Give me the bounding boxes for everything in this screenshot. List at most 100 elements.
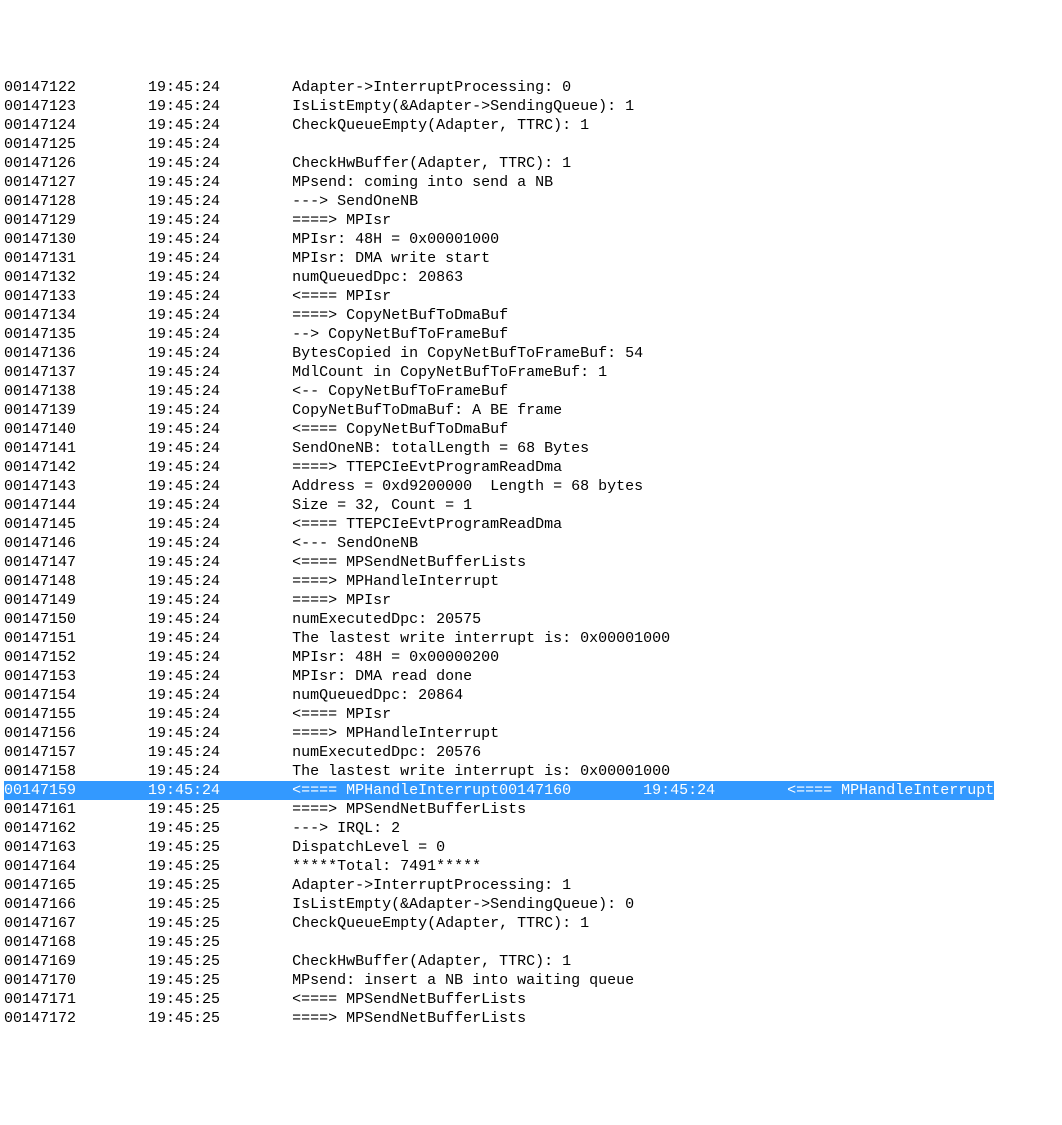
log-line[interactable]: 00147140 19:45:24 <==== CopyNetBufToDmaB…: [4, 420, 1058, 439]
log-line[interactable]: 00147146 19:45:24 <--- SendOneNB: [4, 534, 1058, 553]
log-line[interactable]: 00147125 19:45:24: [4, 135, 1058, 154]
log-line[interactable]: 00147133 19:45:24 <==== MPIsr: [4, 287, 1058, 306]
log-line[interactable]: 00147143 19:45:24 Address = 0xd9200000 L…: [4, 477, 1058, 496]
log-message: IsListEmpty(&Adapter->SendingQueue): 0: [292, 896, 634, 913]
log-line[interactable]: 00147165 19:45:25 Adapter->InterruptProc…: [4, 876, 1058, 895]
log-line[interactable]: 00147153 19:45:24 MPIsr: DMA read done: [4, 667, 1058, 686]
log-time: 19:45:24: [148, 554, 292, 571]
log-time: 19:45:25: [148, 991, 292, 1008]
log-seq: 00147126: [4, 155, 148, 172]
log-line[interactable]: 00147142 19:45:24 ====> TTEPCIeEvtProgra…: [4, 458, 1058, 477]
log-message: <--- SendOneNB: [292, 535, 418, 552]
log-message: <-- CopyNetBufToFrameBuf: [292, 383, 508, 400]
log-message: CheckHwBuffer(Adapter, TTRC): 1: [292, 953, 571, 970]
log-line[interactable]: 00147151 19:45:24 The lastest write inte…: [4, 629, 1058, 648]
log-line[interactable]: 00147161 19:45:25 ====> MPSendNetBufferL…: [4, 800, 1058, 819]
log-message: CheckHwBuffer(Adapter, TTRC): 1: [292, 155, 571, 172]
log-line[interactable]: 00147145 19:45:24 <==== TTEPCIeEvtProgra…: [4, 515, 1058, 534]
log-message: <==== CopyNetBufToDmaBuf: [292, 421, 508, 438]
log-seq: 00147171: [4, 991, 148, 1008]
log-message: <==== MPHandleInterrupt: [787, 782, 994, 799]
log-message: Address = 0xd9200000 Length = 68 bytes: [292, 478, 643, 495]
log-line[interactable]: 00147170 19:45:25 MPsend: insert a NB in…: [4, 971, 1058, 990]
log-line[interactable]: 00147127 19:45:24 MPsend: coming into se…: [4, 173, 1058, 192]
log-line[interactable]: 00147144 19:45:24 Size = 32, Count = 1: [4, 496, 1058, 515]
log-time: 19:45:24: [148, 687, 292, 704]
log-message: numExecutedDpc: 20575: [292, 611, 481, 628]
log-line[interactable]: 00147129 19:45:24 ====> MPIsr: [4, 211, 1058, 230]
log-line[interactable]: 00147163 19:45:25 DispatchLevel = 0: [4, 838, 1058, 857]
log-message: ---> IRQL: 2: [292, 820, 400, 837]
log-line[interactable]: 00147159 19:45:24 <==== MPHandleInterrup…: [4, 781, 499, 800]
log-message: CheckQueueEmpty(Adapter, TTRC): 1: [292, 915, 589, 932]
log-line[interactable]: 00147156 19:45:24 ====> MPHandleInterrup…: [4, 724, 1058, 743]
log-line[interactable]: 00147126 19:45:24 CheckHwBuffer(Adapter,…: [4, 154, 1058, 173]
log-line[interactable]: 00147172 19:45:25 ====> MPSendNetBufferL…: [4, 1009, 1058, 1028]
log-message: numQueuedDpc: 20863: [292, 269, 463, 286]
log-line[interactable]: 00147147 19:45:24 <==== MPSendNetBufferL…: [4, 553, 1058, 572]
log-line[interactable]: 00147135 19:45:24 --> CopyNetBufToFrameB…: [4, 325, 1058, 344]
log-seq: 00147157: [4, 744, 148, 761]
log-seq: 00147144: [4, 497, 148, 514]
log-line[interactable]: 00147149 19:45:24 ====> MPIsr: [4, 591, 1058, 610]
log-message: MPIsr: 48H = 0x00000200: [292, 649, 499, 666]
log-line[interactable]: 00147152 19:45:24 MPIsr: 48H = 0x0000020…: [4, 648, 1058, 667]
log-seq: 00147131: [4, 250, 148, 267]
log-message: MPsend: coming into send a NB: [292, 174, 553, 191]
log-message: ====> MPHandleInterrupt: [292, 725, 499, 742]
log-message: CheckQueueEmpty(Adapter, TTRC): 1: [292, 117, 589, 134]
log-viewer[interactable]: 00147122 19:45:24 Adapter->InterruptProc…: [0, 76, 1062, 1030]
log-time: 19:45:24: [148, 630, 292, 647]
log-time: 19:45:24: [148, 763, 292, 780]
log-message: ====> MPIsr: [292, 212, 391, 229]
log-line[interactable]: 00147150 19:45:24 numExecutedDpc: 20575: [4, 610, 1058, 629]
log-line[interactable]: 00147137 19:45:24 MdlCount in CopyNetBuf…: [4, 363, 1058, 382]
log-time: 19:45:24: [148, 212, 292, 229]
log-message: DispatchLevel = 0: [292, 839, 445, 856]
log-line[interactable]: 00147164 19:45:25 *****Total: 7491*****: [4, 857, 1058, 876]
log-line[interactable]: 00147157 19:45:24 numExecutedDpc: 20576: [4, 743, 1058, 762]
log-line[interactable]: 00147128 19:45:24 ---> SendOneNB: [4, 192, 1058, 211]
log-line[interactable]: 00147131 19:45:24 MPIsr: DMA write start: [4, 249, 1058, 268]
log-time: 19:45:24: [148, 573, 292, 590]
log-seq: 00147135: [4, 326, 148, 343]
log-message: numQueuedDpc: 20864: [292, 687, 463, 704]
log-line[interactable]: 00147124 19:45:24 CheckQueueEmpty(Adapte…: [4, 116, 1058, 135]
log-time: 19:45:24: [148, 269, 292, 286]
log-line[interactable]: 00147154 19:45:24 numQueuedDpc: 20864: [4, 686, 1058, 705]
log-seq: 00147172: [4, 1010, 148, 1027]
log-message: MPIsr: DMA write start: [292, 250, 490, 267]
log-line[interactable]: 00147155 19:45:24 <==== MPIsr: [4, 705, 1058, 724]
log-seq: 00147163: [4, 839, 148, 856]
log-line[interactable]: 00147162 19:45:25 ---> IRQL: 2: [4, 819, 1058, 838]
log-line[interactable]: 00147136 19:45:24 BytesCopied in CopyNet…: [4, 344, 1058, 363]
log-seq: 00147165: [4, 877, 148, 894]
log-line[interactable]: 00147160 19:45:24 <==== MPHandleInterrup…: [499, 781, 994, 800]
log-line[interactable]: 00147130 19:45:24 MPIsr: 48H = 0x0000100…: [4, 230, 1058, 249]
log-seq: 00147145: [4, 516, 148, 533]
log-line[interactable]: 00147139 19:45:24 CopyNetBufToDmaBuf: A …: [4, 401, 1058, 420]
log-line[interactable]: 00147166 19:45:25 IsListEmpty(&Adapter->…: [4, 895, 1058, 914]
log-line[interactable]: 00147171 19:45:25 <==== MPSendNetBufferL…: [4, 990, 1058, 1009]
log-time: 19:45:25: [148, 820, 292, 837]
log-time: 19:45:24: [148, 117, 292, 134]
log-time: 19:45:24: [148, 155, 292, 172]
log-message: *****Total: 7491*****: [292, 858, 481, 875]
log-time: 19:45:24: [148, 326, 292, 343]
log-line[interactable]: 00147134 19:45:24 ====> CopyNetBufToDmaB…: [4, 306, 1058, 325]
log-line[interactable]: 00147141 19:45:24 SendOneNB: totalLength…: [4, 439, 1058, 458]
log-line[interactable]: 00147132 19:45:24 numQueuedDpc: 20863: [4, 268, 1058, 287]
log-line[interactable]: 00147167 19:45:25 CheckQueueEmpty(Adapte…: [4, 914, 1058, 933]
log-line[interactable]: 00147169 19:45:25 CheckHwBuffer(Adapter,…: [4, 952, 1058, 971]
log-line[interactable]: 00147158 19:45:24 The lastest write inte…: [4, 762, 1058, 781]
log-line[interactable]: 00147168 19:45:25: [4, 933, 1058, 952]
log-message: MdlCount in CopyNetBufToFrameBuf: 1: [292, 364, 607, 381]
log-seq: 00147139: [4, 402, 148, 419]
log-line[interactable]: 00147138 19:45:24 <-- CopyNetBufToFrameB…: [4, 382, 1058, 401]
log-line[interactable]: 00147148 19:45:24 ====> MPHandleInterrup…: [4, 572, 1058, 591]
log-line[interactable]: 00147123 19:45:24 IsListEmpty(&Adapter->…: [4, 97, 1058, 116]
log-message: MPIsr: DMA read done: [292, 668, 472, 685]
log-time: 19:45:24: [148, 725, 292, 742]
log-message: CopyNetBufToDmaBuf: A BE frame: [292, 402, 562, 419]
log-line[interactable]: 00147122 19:45:24 Adapter->InterruptProc…: [4, 78, 1058, 97]
